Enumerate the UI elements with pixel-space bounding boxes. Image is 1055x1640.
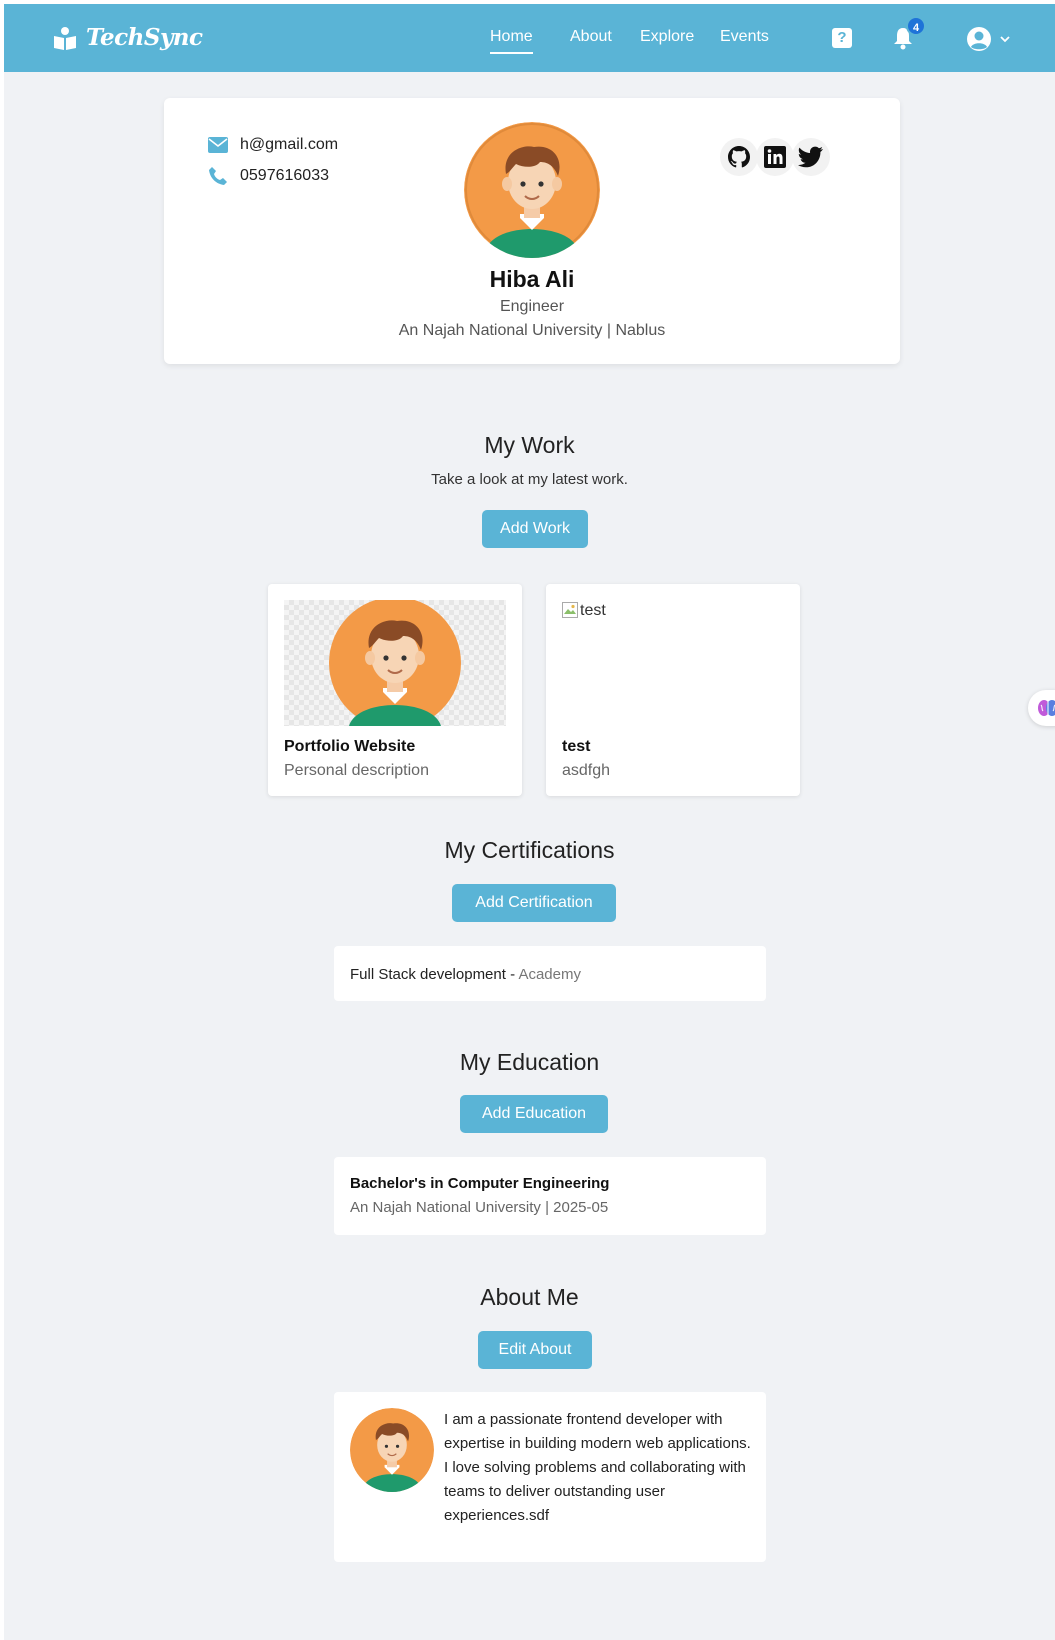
page-frame: TechSync Home About Explore Events ? 4 h… xyxy=(4,4,1055,1640)
about-avatar xyxy=(350,1408,434,1492)
notification-badge: 4 xyxy=(906,16,926,36)
education-item: Bachelor's in Computer Engineering An Na… xyxy=(334,1157,766,1235)
edit-about-button[interactable]: Edit About xyxy=(478,1331,592,1369)
nav-explore[interactable]: Explore xyxy=(640,28,694,46)
work-section-subtitle: Take a look at my latest work. xyxy=(431,471,628,488)
work-card-portfolio[interactable]: Portfolio Website Personal description xyxy=(268,584,522,796)
work-title: test xyxy=(562,738,591,755)
work-image xyxy=(284,600,506,726)
floating-assistant-button[interactable] xyxy=(1028,690,1055,726)
work-card-test[interactable]: test test asdfgh xyxy=(546,584,800,796)
github-link[interactable] xyxy=(720,138,758,176)
avatar-illustration xyxy=(464,122,600,258)
education-meta: An Najah National University | 2025-05 xyxy=(350,1199,609,1216)
certification-separator: - xyxy=(505,966,519,983)
phone-row: 0597616033 xyxy=(208,166,329,186)
certification-text: Full Stack development - Academy xyxy=(350,966,581,983)
profile-email: h@gmail.com xyxy=(240,136,339,153)
about-card: I am a passionate frontend developer wit… xyxy=(334,1392,766,1562)
email-row: h@gmail.com xyxy=(208,136,338,154)
add-education-button[interactable]: Add Education xyxy=(460,1095,608,1133)
profile-card: h@gmail.com 0597616033 Hiba Ali Engineer… xyxy=(164,98,900,364)
certification-item: Full Stack development - Academy xyxy=(334,946,766,1001)
twitter-link[interactable] xyxy=(792,138,830,176)
top-navbar: TechSync Home About Explore Events ? 4 xyxy=(4,4,1055,72)
profile-role: Engineer xyxy=(499,298,565,315)
broken-image-alt: test xyxy=(580,602,606,619)
linkedin-icon xyxy=(764,146,786,168)
brand-name: TechSync xyxy=(86,24,203,51)
user-circle-icon xyxy=(967,27,991,51)
profile-avatar xyxy=(464,122,600,258)
broken-image-icon xyxy=(562,602,578,618)
github-icon xyxy=(728,146,750,168)
avatar-illustration xyxy=(350,1408,434,1492)
add-certification-button[interactable]: Add Certification xyxy=(452,884,616,922)
work-title: Portfolio Website xyxy=(284,738,416,755)
linkedin-link[interactable] xyxy=(756,138,794,176)
certifications-section-title: My Certifications xyxy=(444,837,615,863)
chevron-down-icon xyxy=(1000,36,1010,43)
notifications-button[interactable]: 4 xyxy=(892,16,926,50)
techsync-logo-icon xyxy=(54,26,76,50)
work-section-title: My Work xyxy=(484,432,575,458)
profile-name: Hiba Ali xyxy=(489,266,575,292)
certification-issuer: Academy xyxy=(518,966,581,983)
broken-image: test xyxy=(562,602,606,620)
avatar-illustration xyxy=(329,600,461,726)
nav-about[interactable]: About xyxy=(570,28,612,46)
about-text: I am a passionate frontend developer wit… xyxy=(444,1411,751,1524)
about-section-title: About Me xyxy=(480,1284,579,1310)
profile-phone: 0597616033 xyxy=(240,167,329,184)
education-degree: Bachelor's in Computer Engineering xyxy=(350,1175,610,1192)
envelope-icon xyxy=(208,137,228,153)
brand-logo[interactable]: TechSync xyxy=(52,24,203,51)
twitter-icon xyxy=(798,146,823,168)
question-square-icon[interactable]: ? xyxy=(832,28,852,48)
brain-icon xyxy=(1038,700,1055,716)
nav-events[interactable]: Events xyxy=(720,28,769,46)
user-menu[interactable] xyxy=(966,26,1010,52)
phone-icon xyxy=(209,167,227,185)
certification-name: Full Stack development xyxy=(350,966,506,983)
nav-home[interactable]: Home xyxy=(490,28,533,54)
work-description: asdfgh xyxy=(562,762,611,779)
work-description: Personal description xyxy=(284,762,429,779)
add-work-button[interactable]: Add Work xyxy=(482,510,588,548)
profile-organization: An Najah National University | Nablus xyxy=(398,322,666,339)
education-section-title: My Education xyxy=(459,1049,600,1075)
